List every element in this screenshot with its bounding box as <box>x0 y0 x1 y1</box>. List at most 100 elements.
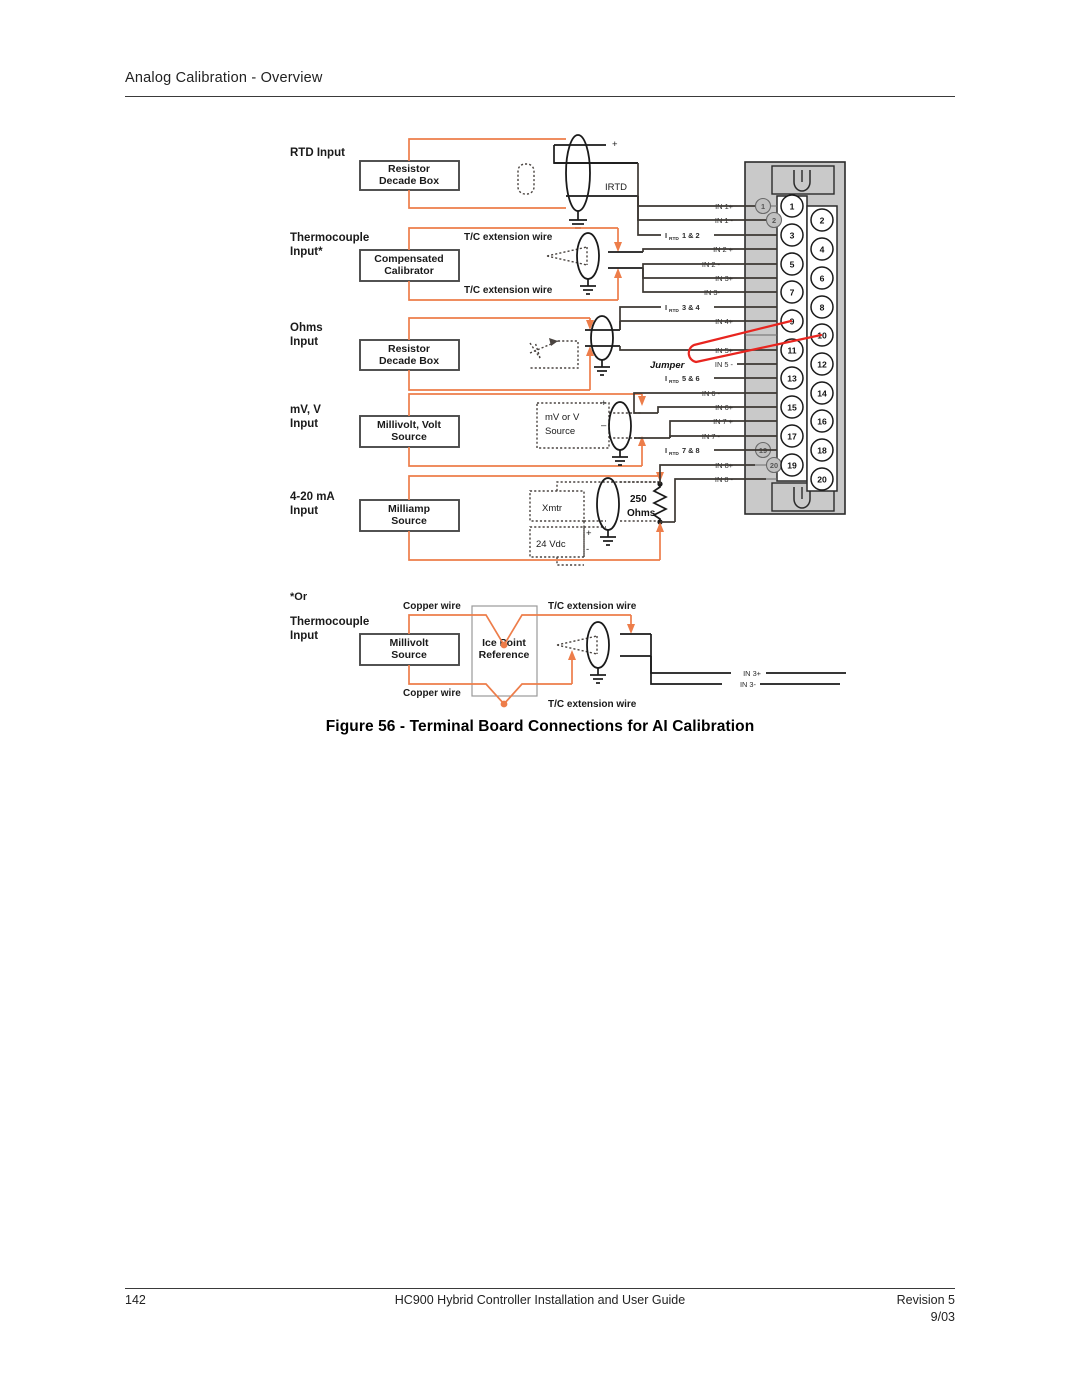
alt-wire-tc-top: T/C extension wire <box>548 601 637 612</box>
terminal-number-12: 12 <box>817 360 827 370</box>
section-label-ma-2: Input <box>290 505 318 517</box>
ground-symbol-alt <box>590 668 606 684</box>
polarity-plus-rtd: + <box>612 139 618 150</box>
terminal-number-5: 5 <box>790 260 795 270</box>
alt-wire-copper-top: Copper wire <box>403 601 461 612</box>
terminal-number-8: 8 <box>820 303 825 313</box>
footer-revision: Revision 5 <box>896 1293 955 1307</box>
wire-label-tc-bottom: T/C extension wire <box>464 285 553 296</box>
terminal-number-3: 3 <box>790 231 795 241</box>
box-tc-line1: Compensated <box>374 253 443 265</box>
terminal-label-irtd78: 7 & 8 <box>682 446 700 455</box>
alt-label-line1: Thermocouple <box>290 616 369 628</box>
section-label-mv-2: Input <box>290 418 318 430</box>
terminal-label-irtd78-sub: RTD <box>669 451 679 457</box>
irtd-label: IRTD <box>605 182 627 193</box>
box-mv-line2: Source <box>391 431 427 443</box>
alt-box-line1: Millivolt <box>389 637 429 649</box>
ground-symbol-tc <box>580 279 596 295</box>
box-rtd-line2: Decade Box <box>379 175 439 187</box>
alt-terminal-in3p: IN 3+ <box>743 669 761 678</box>
ghost-number-2: 2 <box>772 216 776 225</box>
figure-terminal-board-connections: 1 2 19 20 1 3 5 7 9 11 13 15 17 19 2 4 6… <box>290 128 870 723</box>
terminal-label-irtd56-sub: RTD <box>669 379 679 385</box>
section-label-ma-1: 4-20 mA <box>290 491 335 503</box>
footer-date: 9/03 <box>930 1310 955 1324</box>
terminal-label-irtd12-prefix: I <box>665 231 667 240</box>
inline-vdc-minus: - <box>586 544 589 555</box>
box-mv-line1: Millivolt, Volt <box>377 419 441 431</box>
ground-symbol-ohms <box>594 360 610 376</box>
section-label-ohms-2: Input <box>290 336 318 348</box>
alt-wire-tc-bottom: T/C extension wire <box>548 699 637 710</box>
ice-point-line2: Reference <box>479 649 530 661</box>
resistor-value-line1: 250 <box>630 494 647 505</box>
inline-xmtr: Xmtr <box>542 503 562 514</box>
section-label-tc-1: Thermocouple <box>290 232 369 244</box>
inline-mv-source-line1: mV or V <box>545 412 580 423</box>
terminal-number-6: 6 <box>820 274 825 284</box>
box-tc-line2: Calibrator <box>384 265 434 277</box>
alt-note: *Or <box>290 591 308 603</box>
inline-vdc: 24 Vdc <box>536 539 566 550</box>
box-rtd-line1: Resistor <box>388 163 430 175</box>
section-4-20ma-input: 4-20 mA Input Milliamp Source Xmtr 24 Vd… <box>290 464 737 566</box>
alt-terminal-in3m: IN 3- <box>740 680 757 689</box>
section-label-rtd: RTD Input <box>290 147 345 159</box>
terminal-number-16: 16 <box>817 417 827 427</box>
footer-rule <box>125 1288 955 1289</box>
section-alt-thermocouple: *Or Thermocouple Input Millivolt Source … <box>290 591 846 710</box>
terminal-number-19: 19 <box>787 461 797 471</box>
terminal-number-14: 14 <box>817 389 827 399</box>
box-ma-line2: Source <box>391 515 427 527</box>
wire-label-tc-top: T/C extension wire <box>464 232 553 243</box>
terminal-label-irtd12-sub: RTD <box>669 236 679 242</box>
alt-wire-copper-bottom: Copper wire <box>403 688 461 699</box>
polarity-minus-rtd: - <box>612 158 615 169</box>
terminal-label-irtd12: 1 & 2 <box>682 231 700 240</box>
jumper-label: Jumper <box>650 360 686 371</box>
alt-label-line2: Input <box>290 630 318 642</box>
ghost-number-20: 20 <box>770 461 778 470</box>
terminal-number-15: 15 <box>787 403 797 413</box>
ground-symbol-mv <box>612 450 628 466</box>
alt-box-line2: Source <box>391 649 427 661</box>
section-label-mv-1: mV, V <box>290 404 321 416</box>
resistor-250-ohms <box>652 481 668 525</box>
section-ohms-input: Ohms Input Resistor Decade Box <box>290 306 737 391</box>
running-head-text: Analog Calibration - Overview <box>125 70 323 86</box>
terminal-number-20: 20 <box>817 475 827 485</box>
section-label-ohms-1: Ohms <box>290 322 323 334</box>
header-rule <box>125 96 955 97</box>
terminal-number-17: 17 <box>787 432 797 442</box>
terminal-number-2: 2 <box>820 216 825 226</box>
terminal-number-7: 7 <box>790 288 795 298</box>
terminal-number-1: 1 <box>790 202 795 212</box>
terminal-label-irtd34-sub: RTD <box>669 308 679 314</box>
ground-symbol-ma <box>600 530 616 546</box>
terminal-label-in5m: IN 5 - <box>715 360 734 369</box>
section-rtd-input: RTD Input Resistor Decade Box + - IRTD <box>290 134 737 236</box>
box-ohms-line2: Decade Box <box>379 355 439 367</box>
box-ohms-line1: Resistor <box>388 343 430 355</box>
terminal-number-13: 13 <box>787 374 797 384</box>
terminal-label-irtd34-prefix: I <box>665 303 667 312</box>
terminal-board: 1 2 19 20 1 3 5 7 9 11 13 15 17 19 2 4 6… <box>744 161 846 515</box>
terminal-number-4: 4 <box>820 245 825 255</box>
terminal-label-irtd78-prefix: I <box>665 446 667 455</box>
terminal-label-irtd56-prefix: I <box>665 374 667 383</box>
terminal-label-irtd34: 3 & 4 <box>682 303 701 312</box>
ghost-number-1: 1 <box>761 202 765 211</box>
footer-guide-title: HC900 Hybrid Controller Installation and… <box>394 1293 686 1307</box>
terminal-label-irtd56: 5 & 6 <box>682 374 700 383</box>
inline-mv-source-line2: Source <box>545 426 575 437</box>
section-label-tc-2: Input* <box>290 246 323 258</box>
figure-caption: Figure 56 - Terminal Board Connections f… <box>325 718 755 735</box>
ground-symbol-rtd <box>569 211 587 229</box>
resistor-value-line2: Ohms <box>627 508 656 519</box>
box-ma-line1: Milliamp <box>388 503 430 515</box>
inline-mv-plus: + <box>601 398 607 409</box>
inline-vdc-plus: + <box>586 528 592 539</box>
terminal-number-18: 18 <box>817 446 827 456</box>
page-footer: 142 HC900 Hybrid Controller Installation… <box>125 1293 955 1324</box>
